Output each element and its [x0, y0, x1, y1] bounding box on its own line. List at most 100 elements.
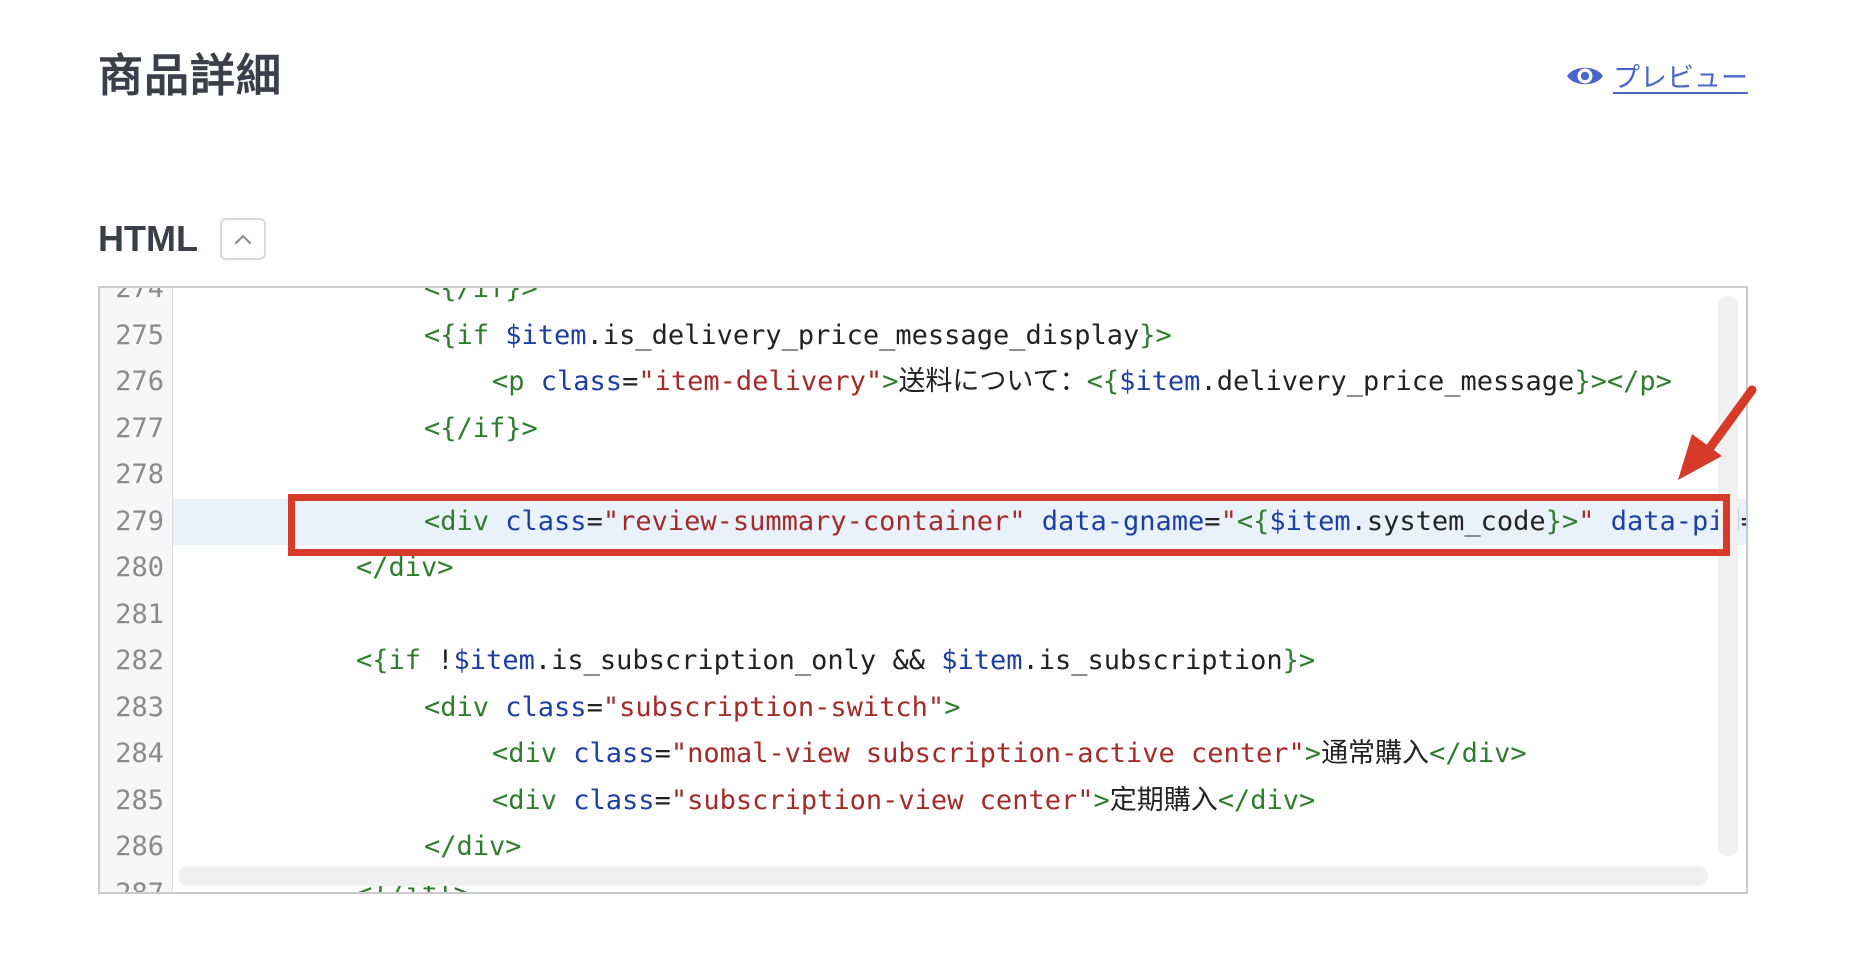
collapse-button[interactable]	[219, 218, 266, 260]
line-number: 275	[115, 319, 164, 351]
code-token: <{if	[424, 319, 506, 351]
section-title: HTML	[98, 218, 198, 259]
code-token: "	[1578, 505, 1595, 537]
line-number: 278	[115, 459, 164, 490]
code-token: }></p>	[1574, 366, 1672, 397]
code-token: $item	[941, 645, 1023, 676]
code-text: <div class="review-summary-container" da…	[424, 499, 1746, 546]
line-number: 284	[115, 738, 164, 769]
code-token: .delivery_price_message	[1200, 366, 1575, 397]
code-token: $item	[505, 319, 587, 351]
code-line: 282 <{if !$item.is_subscription_only && $…	[100, 638, 1746, 685]
code-token: "subscription-switch"	[602, 691, 945, 723]
code-token: <{if	[356, 645, 438, 676]
code-line: 284 <div class="nomal-view subscription-a…	[100, 731, 1746, 778]
code-text: <div class="nomal-view subscription-acti…	[492, 731, 1527, 778]
code-token: =	[1204, 505, 1221, 537]
code-token: "subscription-view center"	[670, 784, 1094, 816]
code-line: 274 <{/if}>	[100, 286, 1746, 313]
code-token: 送料について：	[898, 366, 1087, 397]
code-token: <div	[424, 691, 506, 723]
code-token: =	[586, 505, 603, 537]
eye-icon	[1567, 67, 1603, 84]
code-token: data-gname	[1041, 505, 1205, 537]
line-number: 287	[115, 877, 164, 894]
code-token: <{	[1236, 505, 1270, 537]
code-text: <div class="subscription-view center">定期…	[492, 778, 1315, 825]
code-token: <{/if}>	[424, 412, 538, 444]
code-token: =	[654, 738, 671, 769]
code-token: "	[1220, 505, 1237, 537]
line-number: 277	[115, 412, 164, 444]
code-text: </div>	[424, 824, 522, 871]
code-lines: 274 <{/if}> 275 <{if $item.is_delivery_pric…	[100, 286, 1746, 894]
code-token: !	[437, 645, 454, 676]
line-number: 281	[115, 598, 164, 630]
code-line: 286 </div>	[100, 824, 1746, 871]
code-token: $item	[453, 645, 535, 676]
line-number: 280	[115, 552, 164, 583]
code-token: <{/if}>	[424, 286, 538, 304]
line-number: 276	[115, 366, 164, 397]
code-token: 定期購入	[1109, 784, 1218, 816]
html-section-header: HTML	[98, 218, 266, 260]
code-token: "item-delivery"	[638, 366, 883, 397]
code-token: }>	[1139, 319, 1172, 351]
code-token: </div>	[1429, 738, 1527, 769]
line-number: 285	[115, 784, 164, 816]
line-number: 283	[115, 691, 164, 723]
preview-link[interactable]: プレビュー	[1565, 56, 1748, 95]
code-token: class	[505, 691, 587, 723]
code-token: >	[944, 691, 961, 723]
code-token: class	[505, 505, 587, 537]
code-token: class	[573, 784, 655, 816]
code-editor[interactable]: 274 <{/if}> 275 <{if $item.is_delivery_pric…	[98, 286, 1748, 894]
code-line: 278	[100, 452, 1746, 499]
code-line: 281	[100, 592, 1746, 639]
code-token: "nomal-view subscription-active center"	[670, 738, 1305, 769]
code-text: <{if $item.is_delivery_price_message_dis…	[424, 313, 1172, 360]
code-line: 285 <div class="subscription-view center"…	[100, 778, 1746, 825]
code-token: .system_code	[1350, 505, 1546, 537]
code-line: 277 <{/if}>	[100, 406, 1746, 453]
code-text: <p class="item-delivery">送料について：<{$item.…	[492, 359, 1672, 406]
code-token: 通常購入	[1321, 738, 1430, 769]
code-token: =	[1741, 506, 1746, 537]
code-token: >	[1093, 784, 1110, 816]
code-token: .is_subscription	[1022, 645, 1283, 676]
code-text: </div>	[356, 545, 454, 592]
code-token: =	[654, 784, 671, 816]
code-token: =	[622, 366, 639, 397]
code-token: .is_subscription_only &&	[534, 645, 942, 676]
code-text: <{/if}>	[424, 286, 538, 313]
code-token: >	[882, 366, 899, 397]
code-token: <p	[492, 366, 541, 397]
code-token: class	[573, 738, 655, 769]
line-number: 286	[115, 831, 164, 862]
code-line: 279 <div class="review-summary-container"…	[100, 498, 1746, 546]
code-token: <div	[424, 505, 506, 537]
code-token: $item	[1119, 366, 1201, 397]
page-title: 商品詳細	[98, 49, 283, 102]
vertical-scrollbar[interactable]	[1718, 296, 1738, 856]
code-text: <{if !$item.is_subscription_only && $ite…	[356, 638, 1315, 685]
code-token: $item	[1269, 505, 1351, 537]
code-token: <div	[492, 738, 574, 769]
code-token: =	[586, 691, 603, 723]
code-token: }>	[1545, 505, 1579, 537]
chevron-up-icon	[234, 234, 252, 245]
horizontal-scrollbar[interactable]	[178, 866, 1708, 886]
code-token: </div>	[1217, 784, 1316, 816]
code-line: 275 <{if $item.is_delivery_price_message_…	[100, 313, 1746, 360]
code-text: <{/if}>	[424, 406, 538, 453]
code-token: <{	[1086, 366, 1120, 397]
code-token: </div>	[424, 831, 522, 862]
code-token: class	[540, 366, 623, 397]
code-token: .is_delivery_price_message_display	[586, 319, 1140, 351]
line-number: 279	[115, 505, 164, 537]
preview-label[interactable]: プレビュー	[1613, 56, 1748, 95]
line-number: 274	[115, 286, 164, 304]
code-line: 276 <p class="item-delivery">送料について：<{$it…	[100, 359, 1746, 406]
